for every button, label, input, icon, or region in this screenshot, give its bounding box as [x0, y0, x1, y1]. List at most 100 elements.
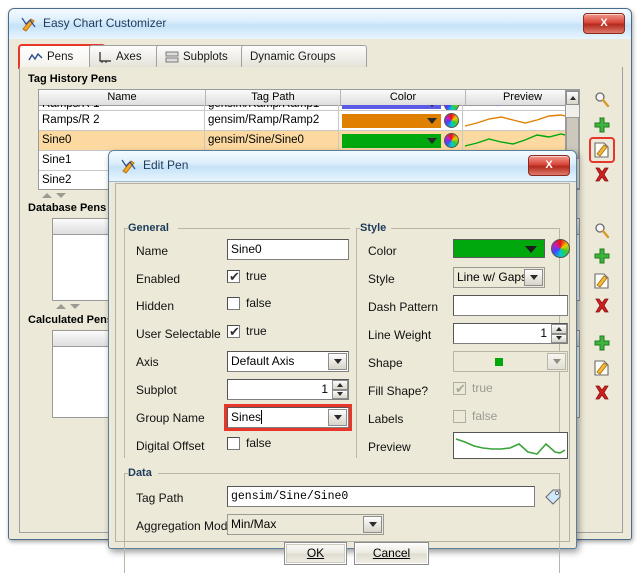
color-swatch[interactable] — [342, 105, 441, 109]
aggregation-mode-combobox[interactable]: Min/Max — [227, 514, 384, 535]
axis-combobox[interactable]: Default Axis — [227, 351, 349, 372]
table-row[interactable]: Sine0 gensim/Sine/Sine0 — [39, 131, 579, 151]
database-pens-sort-arrows[interactable] — [56, 304, 80, 309]
hidden-value: false — [246, 296, 272, 310]
edit-pen-dialog: Edit Pen X General Name Sine0 Enabled ✔ … — [108, 150, 577, 573]
tag-history-pens-title: Tag History Pens — [28, 73, 118, 85]
tab-bar: Pens Axes Subplots Dynamic Groups — [18, 44, 623, 69]
cancel-button-label: Cancel — [372, 546, 411, 560]
column-header-name[interactable]: Name — [39, 90, 206, 105]
cell-color[interactable] — [339, 105, 463, 110]
close-icon[interactable]: X — [583, 13, 625, 34]
sort-down-icon[interactable] — [70, 304, 80, 309]
scroll-up-arrow-icon[interactable] — [566, 91, 579, 105]
fill-shape-label: Fill Shape? — [368, 384, 429, 398]
sort-up-icon[interactable] — [56, 304, 66, 309]
dialog-title: Edit Pen — [143, 158, 189, 172]
tab-label-pens: Pens — [47, 50, 74, 63]
delete-icon[interactable] — [591, 164, 613, 186]
calculated-pens-title: Calculated Pens — [28, 314, 113, 326]
cell-tag-path: gensim/Ramp/Ramp2 — [205, 111, 339, 130]
cell-color[interactable] — [339, 111, 463, 130]
line-weight-stepper[interactable] — [551, 324, 567, 343]
name-field[interactable]: Sine0 — [227, 239, 349, 260]
square-marker-icon — [495, 357, 503, 366]
delete-icon[interactable] — [591, 295, 613, 317]
chevron-down-icon[interactable] — [547, 353, 566, 370]
general-group-title: General — [128, 222, 169, 234]
delete-icon[interactable] — [591, 382, 613, 404]
edit-icon[interactable] — [591, 270, 613, 292]
stepper-down-icon[interactable] — [332, 389, 348, 399]
color-wheel-icon[interactable] — [444, 133, 459, 148]
add-icon[interactable] — [591, 332, 613, 354]
color-wheel-icon[interactable] — [444, 113, 459, 128]
tab-label-dynamic-groups: Dynamic Groups — [250, 50, 336, 63]
dash-pattern-field[interactable] — [453, 295, 568, 316]
group-name-combobox[interactable]: Sines — [224, 404, 352, 431]
tag-history-sort-arrows[interactable] — [42, 193, 66, 198]
general-group-rule — [178, 228, 350, 229]
user-selectable-value: true — [246, 324, 267, 338]
close-icon[interactable]: X — [528, 155, 570, 176]
group-name-label: Group Name — [136, 411, 205, 425]
labels-checkbox — [453, 410, 466, 423]
color-wheel-icon[interactable] — [551, 239, 570, 258]
edit-icon[interactable] — [589, 137, 615, 163]
stepper-up-icon[interactable] — [551, 324, 567, 334]
style-value: Line w/ Gaps — [457, 270, 528, 284]
enabled-label: Enabled — [136, 272, 181, 286]
color-swatch[interactable] — [342, 113, 441, 128]
sort-down-icon[interactable] — [56, 193, 66, 198]
enabled-checkbox[interactable]: ✔ — [227, 270, 240, 283]
tab-dynamic-groups[interactable]: Dynamic Groups — [241, 45, 367, 68]
color-swatch[interactable] — [342, 133, 441, 148]
line-chart-icon — [28, 52, 43, 63]
edit-icon[interactable] — [591, 357, 613, 379]
style-combobox[interactable]: Line w/ Gaps — [453, 267, 545, 288]
add-icon[interactable] — [591, 245, 613, 267]
check-icon: ✔ — [229, 324, 240, 339]
add-icon[interactable] — [591, 114, 613, 136]
preview-label: Preview — [368, 440, 411, 454]
calculated-pens-toolbar — [588, 332, 616, 404]
color-label: Color — [368, 244, 397, 258]
table-row[interactable]: Ramps/R 2 gensim/Ramp/Ramp2 — [39, 111, 579, 131]
user-selectable-label: User Selectable — [136, 327, 221, 341]
digital-offset-checkbox[interactable] — [227, 437, 240, 450]
database-pens-toolbar — [588, 220, 616, 317]
pen-chart-icon — [21, 16, 37, 32]
fill-shape-checkbox: ✔ — [453, 382, 466, 395]
labels-label: Labels — [368, 412, 404, 426]
subplot-spinner[interactable]: 1 — [227, 379, 349, 400]
dash-pattern-label: Dash Pattern — [368, 300, 439, 314]
tag-path-field[interactable]: gensim/Sine/Sine0 — [227, 486, 535, 507]
aggregation-mode-value: Min/Max — [231, 517, 277, 531]
data-group-border — [124, 473, 125, 573]
ok-button-label: OK — [306, 546, 325, 560]
user-selectable-checkbox[interactable]: ✔ — [227, 325, 240, 338]
tag-icon[interactable] — [544, 487, 563, 506]
column-header-preview[interactable]: Preview — [466, 90, 579, 105]
column-header-color[interactable]: Color — [341, 90, 466, 105]
sort-up-icon[interactable] — [42, 193, 52, 198]
column-header-tag-path[interactable]: Tag Path — [206, 90, 341, 105]
color-wheel-icon[interactable] — [444, 105, 459, 110]
chevron-down-icon[interactable] — [328, 409, 347, 426]
style-preview — [453, 432, 568, 459]
hidden-checkbox[interactable] — [227, 297, 240, 310]
color-combobox[interactable] — [453, 239, 545, 258]
chevron-down-icon[interactable] — [363, 516, 382, 533]
search-icon[interactable] — [591, 89, 613, 111]
chevron-down-icon[interactable] — [524, 269, 543, 286]
chevron-down-icon[interactable] — [328, 353, 347, 370]
subplot-stepper[interactable] — [332, 380, 348, 399]
shape-combobox[interactable] — [453, 351, 568, 372]
cell-color[interactable] — [339, 131, 463, 150]
labels-value: false — [472, 409, 498, 423]
search-icon[interactable] — [591, 220, 613, 242]
data-group-title: Data — [128, 467, 152, 479]
tag-history-toolbar — [588, 89, 616, 186]
stepper-down-icon[interactable] — [551, 333, 567, 343]
stepper-up-icon[interactable] — [332, 380, 348, 390]
